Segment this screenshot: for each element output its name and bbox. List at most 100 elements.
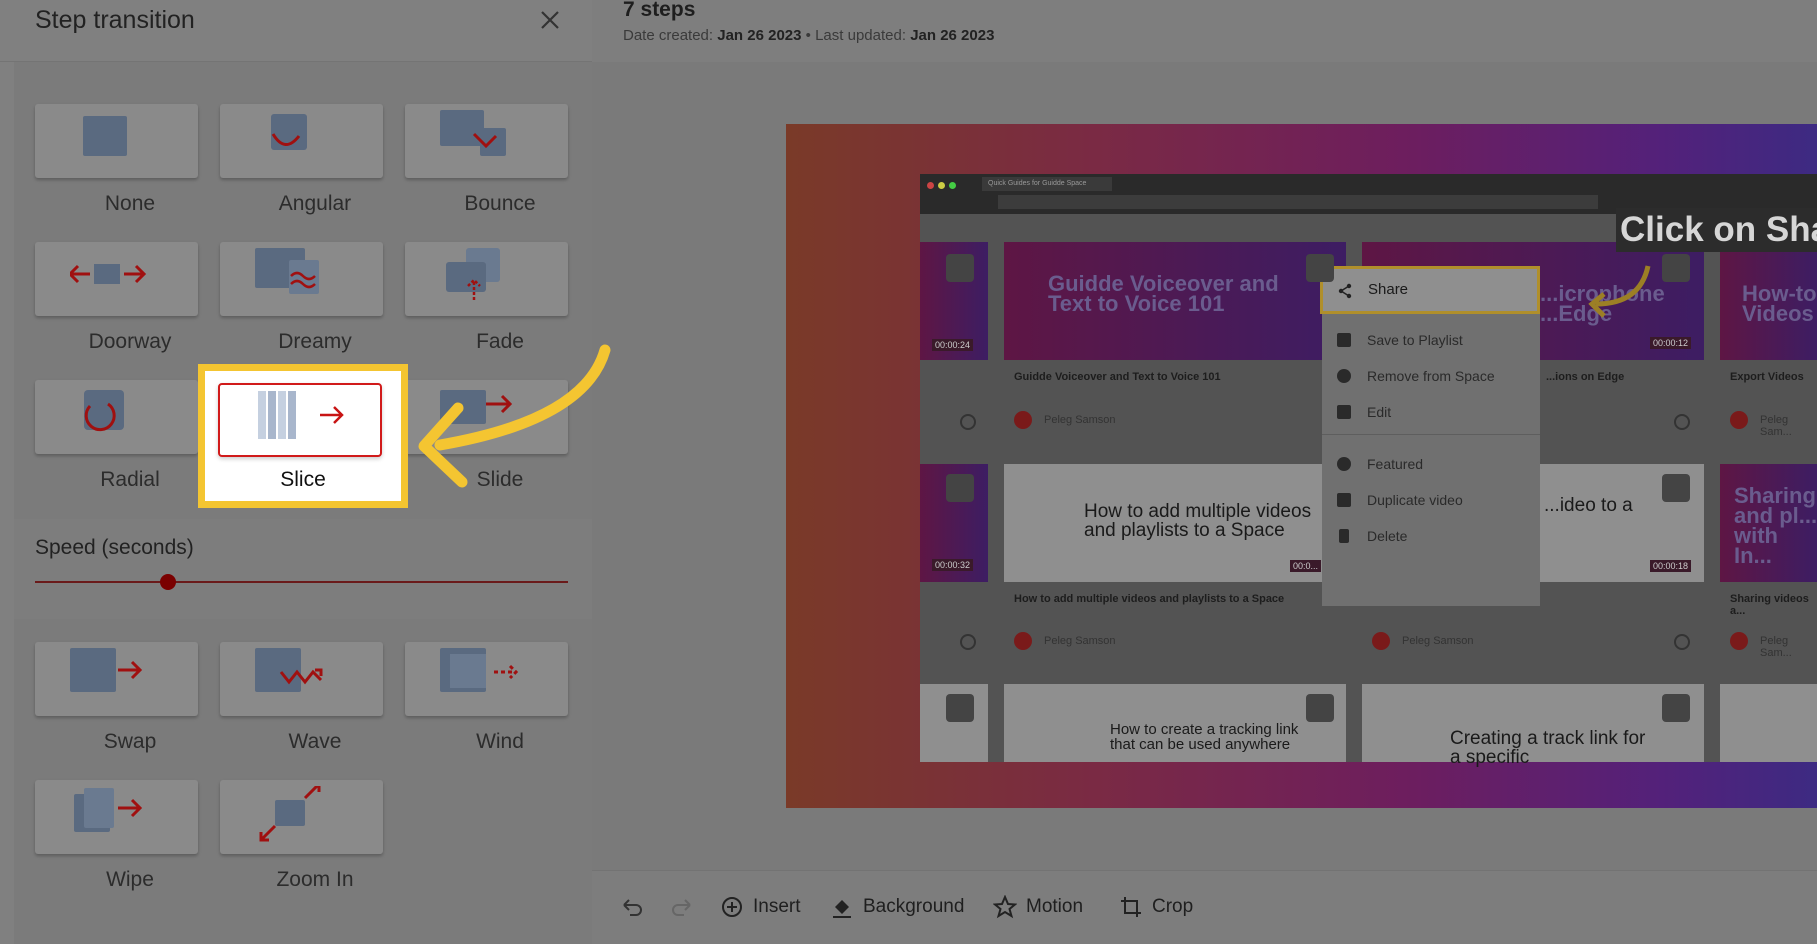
steps-count: 7 steps (623, 0, 696, 21)
speed-slider-track[interactable] (35, 581, 568, 583)
browser-min-dot (938, 182, 945, 189)
trash-icon (1339, 529, 1349, 543)
bounce-transition-icon (440, 110, 506, 156)
thumbnail-text: How to add multiple videos and playlists… (1084, 501, 1312, 541)
transition-swap[interactable]: Swap (14, 600, 200, 753)
created-date: Jan 26 2023 (717, 27, 802, 44)
transition-label: Zoom In (276, 868, 354, 891)
duration-badge: 00:00:18 (1650, 560, 1692, 572)
editor-canvas: Quick Guides for Guidde Space 00:00:24 0… (592, 62, 1817, 870)
thumbnail-text: How-to Videos (1742, 284, 1817, 324)
crop-label: Crop (1152, 896, 1194, 917)
avatar (1014, 632, 1032, 650)
card-title: Export Videos (1730, 371, 1804, 383)
transition-wind[interactable]: Wind (384, 600, 570, 753)
list-icon (1662, 694, 1690, 722)
card-author: Peleg Sam... (1760, 414, 1792, 438)
wipe-transition-icon (74, 788, 143, 832)
duration-badge: 00:00:24 (932, 339, 974, 351)
panel-title: Step transition (35, 6, 195, 34)
wind-transition-icon (440, 648, 519, 692)
transition-wave[interactable]: Wave (199, 600, 385, 753)
duration-badge: 00:0... (1290, 560, 1322, 572)
insert-button[interactable]: Insert (720, 893, 801, 921)
callout-label: Click on Share (1616, 208, 1817, 252)
card-title: ...ions on Edge (1546, 371, 1625, 383)
transition-label: Slice (280, 468, 326, 491)
avatar (1730, 632, 1748, 650)
card-thumbnail (1720, 684, 1817, 762)
app-root: Step transition None Angular Bounce Door (0, 0, 1817, 944)
list-icon (946, 474, 974, 502)
motion-label: Motion (1026, 896, 1084, 917)
speed-label: Speed (seconds) (35, 536, 194, 559)
slide-preview[interactable]: Quick Guides for Guidde Space 00:00:24 0… (786, 124, 1817, 808)
card-author: Peleg Samson (1044, 414, 1116, 426)
star-icon (993, 895, 1017, 919)
list-icon (1662, 474, 1690, 502)
thumbnail-text: How to create a tracking link that can b… (1110, 721, 1299, 753)
playlist-add-icon (1337, 333, 1351, 347)
slide-transition-icon (440, 390, 513, 424)
undo-button[interactable] (620, 893, 644, 921)
insert-label: Insert (753, 896, 801, 917)
browser-close-dot (927, 182, 934, 189)
editor-header: 7 steps Date created: Jan 26 2023 • Last… (592, 0, 1817, 62)
transition-none[interactable]: None (14, 62, 200, 215)
pencil-icon (1337, 405, 1351, 419)
panel-header: Step transition (0, 0, 592, 62)
list-icon (1306, 254, 1334, 282)
list-icon (946, 254, 974, 282)
card-title: Guidde Voiceover and Text to Voice 101 (1014, 371, 1221, 383)
globe-icon (1674, 414, 1690, 430)
slice-transition-icon (258, 391, 344, 439)
share-menu-item[interactable]: Share (1320, 266, 1540, 314)
background-button[interactable]: Background (830, 893, 964, 921)
background-label: Background (863, 896, 965, 917)
doorway-transition-icon (70, 264, 147, 284)
avatar (1014, 411, 1032, 429)
crop-button[interactable]: Crop (1119, 893, 1193, 921)
transition-radial[interactable]: Radial (14, 338, 200, 491)
radial-transition-icon (84, 390, 124, 432)
fade-transition-icon (446, 248, 500, 300)
zoom-in-transition-icon (259, 786, 321, 842)
close-icon[interactable] (536, 6, 564, 34)
url-bar (998, 195, 1598, 209)
transition-dreamy[interactable]: Dreamy (199, 200, 385, 353)
crop-icon (1121, 897, 1141, 917)
meta-separator: • (805, 27, 811, 44)
duration-badge: 00:00:32 (932, 559, 974, 571)
menu-divider (1322, 434, 1540, 435)
transition-zoom-in[interactable]: Zoom In (199, 738, 385, 891)
speed-slider-thumb[interactable] (160, 574, 177, 590)
transition-fade[interactable]: Fade (384, 200, 570, 353)
share-label: Share (1368, 281, 1409, 298)
redo-button[interactable] (670, 893, 694, 921)
card-author: Peleg Samson (1402, 635, 1474, 647)
transition-doorway[interactable]: Doorway (14, 200, 200, 353)
date-meta: Date created: Jan 26 2023 • Last updated… (623, 27, 994, 44)
motion-button[interactable]: Motion (993, 893, 1083, 921)
editor-toolbar: Insert Background Motion Crop (592, 870, 1817, 944)
list-icon (1662, 254, 1690, 282)
created-label: Date created: (623, 27, 714, 44)
list-icon (946, 694, 974, 722)
thumbnail-text: Sharing and pl... with In... (1734, 486, 1817, 566)
card-title: How to add multiple videos and playlists… (1014, 593, 1285, 605)
avatar (1730, 411, 1748, 429)
redo-icon (672, 899, 691, 916)
add-circle-icon (722, 897, 742, 917)
transition-slice-selected[interactable]: Slice (198, 364, 408, 508)
context-menu: Share Save to Playlist Remove from Space… (1320, 266, 1540, 606)
transition-bounce[interactable]: Bounce (384, 62, 570, 215)
transition-label: Wind (476, 730, 524, 753)
browser-max-dot (949, 182, 956, 189)
transition-wipe[interactable]: Wipe (14, 738, 200, 891)
angular-transition-icon (271, 114, 307, 150)
updated-label: Last updated: (815, 27, 907, 44)
avatar (1372, 632, 1390, 650)
globe-icon (960, 414, 976, 430)
transition-slide[interactable]: Slide (384, 338, 570, 491)
transition-angular[interactable]: Angular (199, 62, 385, 215)
